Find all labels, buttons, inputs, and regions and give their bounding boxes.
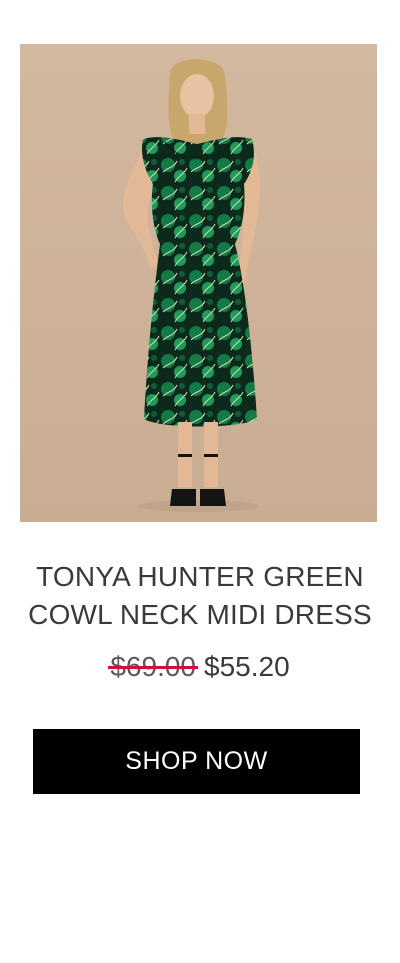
product-title-line1: TONYA HUNTER GREEN bbox=[36, 561, 364, 592]
dress-model-illustration bbox=[20, 44, 377, 522]
original-price: $69.00 bbox=[110, 648, 196, 686]
sale-price: $55.20 bbox=[204, 651, 290, 682]
product-title-line2: COWL NECK MIDI DRESS bbox=[28, 599, 372, 630]
price-row: $69.00 $55.20 bbox=[0, 648, 400, 686]
shop-now-button[interactable]: SHOP NOW bbox=[33, 729, 360, 794]
product-photo[interactable] bbox=[20, 44, 377, 522]
product-title[interactable]: TONYA HUNTER GREEN COWL NECK MIDI DRESS bbox=[0, 558, 400, 634]
